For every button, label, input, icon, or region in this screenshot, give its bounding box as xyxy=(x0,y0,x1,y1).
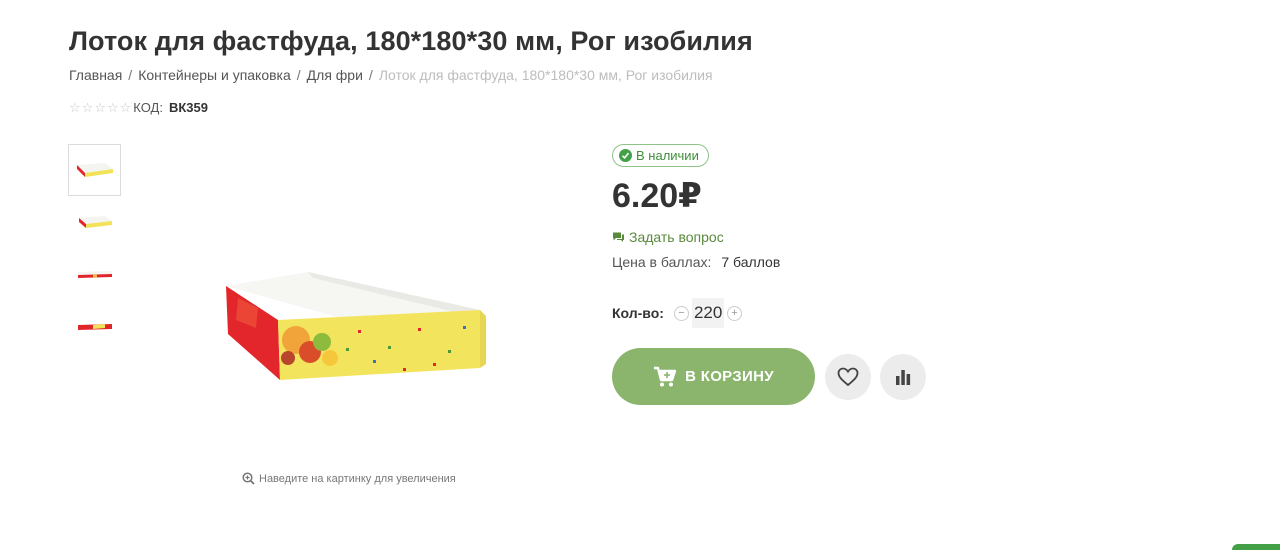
breadcrumb-separator: / xyxy=(128,67,133,83)
points-price: Цена в баллах: 7 баллов xyxy=(612,254,780,270)
quantity-input[interactable] xyxy=(691,298,724,328)
stock-badge: В наличии xyxy=(612,144,709,167)
points-value: 7 баллов xyxy=(721,254,781,270)
tray-thumbnail-image xyxy=(77,324,112,330)
quantity-minus-button[interactable]: − xyxy=(673,305,689,321)
product-code-value: ВК359 xyxy=(168,100,208,115)
rating-stars[interactable]: ☆ ☆ ☆ ☆ ☆ xyxy=(69,101,131,114)
wishlist-button[interactable] xyxy=(825,354,871,400)
tray-thumbnail-image xyxy=(76,163,113,177)
quantity-plus-button[interactable]: + xyxy=(726,305,742,321)
star-outline-icon[interactable]: ☆ xyxy=(94,101,106,114)
stock-label: В наличии xyxy=(636,148,699,163)
product-meta: ☆ ☆ ☆ ☆ ☆ КОД: ВК359 xyxy=(69,100,208,115)
ask-question-label[interactable]: Задать вопрос xyxy=(629,229,724,245)
quantity-label: Кол-во: xyxy=(612,305,664,321)
add-to-cart-label[interactable]: В КОРЗИНУ xyxy=(685,368,774,385)
bar-chart-icon xyxy=(896,370,911,385)
check-circle-icon xyxy=(619,149,632,162)
star-outline-icon[interactable]: ☆ xyxy=(69,101,81,114)
star-outline-icon[interactable]: ☆ xyxy=(82,101,94,114)
breadcrumb-fries[interactable]: Для фри xyxy=(307,67,363,83)
thumbnail-1[interactable] xyxy=(68,144,121,196)
breadcrumb-containers[interactable]: Контейнеры и упаковка xyxy=(138,67,291,83)
zoom-in-icon xyxy=(242,472,255,485)
thumbnail-4[interactable] xyxy=(68,300,121,352)
star-outline-icon[interactable]: ☆ xyxy=(120,101,132,114)
product-title: Лоток для фастфуда, 180*180*30 мм, Рог и… xyxy=(69,26,753,56)
thumbnail-list xyxy=(68,144,122,352)
product-code-label: КОД: xyxy=(133,100,163,115)
breadcrumb-home[interactable]: Главная xyxy=(69,67,122,83)
fastfood-tray-image xyxy=(226,272,486,380)
points-label: Цена в баллах: xyxy=(612,254,712,270)
breadcrumb-separator: / xyxy=(368,67,373,83)
ask-question-link[interactable]: Задать вопрос xyxy=(612,229,724,245)
tray-thumbnail-image xyxy=(78,216,112,228)
product-main-image[interactable] xyxy=(218,268,488,398)
tray-thumbnail-image xyxy=(77,271,112,278)
chat-bubble-icon xyxy=(613,232,624,242)
add-to-cart-button[interactable]: В КОРЗИНУ xyxy=(612,348,815,405)
star-outline-icon[interactable]: ☆ xyxy=(107,101,119,114)
cart-icon xyxy=(654,366,677,386)
corner-widget-tab[interactable] xyxy=(1232,544,1280,550)
zoom-hint-text: Наведите на картинку для увеличения xyxy=(259,472,456,485)
thumbnail-3[interactable] xyxy=(68,248,121,300)
thumbnail-2[interactable] xyxy=(68,196,121,248)
zoom-hint: Наведите на картинку для увеличения xyxy=(242,472,456,485)
breadcrumb-current: Лоток для фастфуда, 180*180*30 мм, Рог и… xyxy=(378,67,713,83)
breadcrumb: Главная / Контейнеры и упаковка / Для фр… xyxy=(69,67,713,83)
breadcrumb-separator: / xyxy=(296,67,301,83)
product-price: 6.20₽ xyxy=(612,177,702,215)
compare-button[interactable] xyxy=(880,354,926,400)
heart-icon xyxy=(837,367,859,387)
quantity-stepper: Кол-во: − + xyxy=(612,298,742,328)
